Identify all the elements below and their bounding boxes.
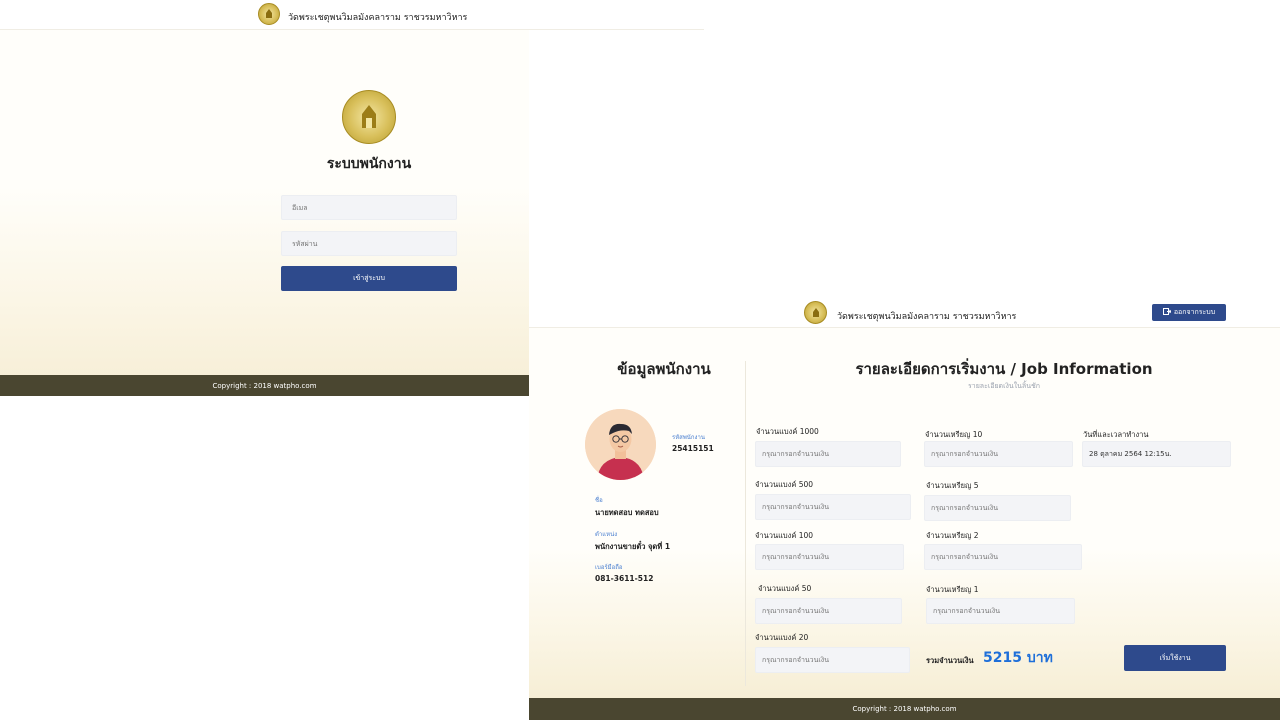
site-name: วัดพระเชตุพนวิมลมังคลาราม ราชวรมหาวิหาร [837, 312, 1017, 322]
employee-phone-label: เบอร์มือถือ [595, 564, 623, 571]
coin-5-input[interactable] [924, 495, 1071, 521]
login-logo [342, 90, 396, 144]
employee-position-value: พนักงานขายตั๋ว จุดที่ 1 [595, 542, 671, 551]
banknote-100-label: จำนวนแบงค์ 100 [755, 531, 814, 540]
copyright-text: Copyright : 2018 watpho.com [852, 705, 957, 713]
employee-heading: ข้อมูลพนักงาน [617, 360, 711, 378]
login-button[interactable]: เข้าสู่ระบบ [281, 266, 457, 291]
banknote-50-input[interactable] [755, 598, 902, 624]
coin-10-input[interactable] [924, 441, 1073, 467]
coin-5-label: จำนวนเหรียญ 5 [926, 481, 979, 490]
dashboard-panel: วัดพระเชตุพนวิมลมังคลาราม ราชวรมหาวิหาร … [529, 299, 1280, 720]
coin-2-label: จำนวนเหรียญ 2 [926, 531, 979, 540]
job-subtitle: รายละเอียดเงินในลิ้นชัก [968, 382, 1040, 390]
temple-background [529, 548, 1280, 698]
banknote-1000-label: จำนวนแบงค์ 1000 [756, 427, 819, 436]
coin-1-input[interactable] [926, 598, 1075, 624]
banknote-20-input[interactable] [755, 647, 910, 673]
login-header: วัดพระเชตุพนวิมลมังคลาราม ราชวรมหาวิหาร [0, 0, 704, 30]
employee-id-label: รหัสพนักงาน [672, 434, 705, 441]
employee-name-value: นายทดสอบ ทดสอบ [595, 508, 659, 517]
banknote-100-input[interactable] [755, 544, 904, 570]
temple-logo [258, 3, 280, 25]
job-title: รายละเอียดการเริ่มงาน / Job Information [855, 360, 1153, 378]
dashboard-footer: Copyright : 2018 watpho.com [529, 698, 1280, 720]
banknote-50-label: จำนวนแบงค์ 50 [758, 584, 812, 593]
banknote-500-input[interactable] [755, 494, 911, 520]
start-work-button[interactable]: เริ่มใช้งาน [1124, 645, 1226, 671]
employee-id-value: 25415151 [672, 444, 714, 453]
datetime-label: วันที่และเวลาทำงาน [1083, 430, 1149, 439]
banknote-20-label: จำนวนแบงค์ 20 [755, 633, 809, 642]
employee-avatar [585, 409, 656, 480]
banknote-500-label: จำนวนแบงค์ 500 [755, 480, 814, 489]
login-footer: Copyright : 2018 watpho.com [0, 375, 529, 396]
datetime-field[interactable] [1082, 441, 1231, 467]
password-field[interactable] [281, 231, 457, 256]
coin-1-label: จำนวนเหรียญ 1 [926, 585, 979, 594]
copyright-text: Copyright : 2018 watpho.com [212, 381, 317, 390]
total-value: 5215 บาท [983, 650, 1053, 666]
logout-icon [1162, 308, 1172, 317]
column-divider [745, 361, 746, 686]
login-title: ระบบพนักงาน [326, 156, 412, 172]
coin-10-label: จำนวนเหรียญ 10 [925, 430, 983, 439]
employee-phone-value: 081-3611-512 [595, 574, 654, 583]
temple-logo [804, 301, 827, 324]
total-label: รวมจำนวนเงิน [926, 656, 974, 665]
employee-position-label: ตำแหน่ง [595, 531, 618, 538]
logout-button[interactable]: ออกจากระบบ [1152, 304, 1226, 321]
logout-label: ออกจากระบบ [1173, 308, 1216, 316]
coin-2-input[interactable] [924, 544, 1082, 570]
dashboard-header: วัดพระเชตุพนวิมลมังคลาราม ราชวรมหาวิหาร … [529, 299, 1280, 328]
email-field[interactable] [281, 195, 457, 220]
banknote-1000-input[interactable] [755, 441, 901, 467]
employee-name-label: ชื่อ [595, 497, 603, 504]
site-name: วัดพระเชตุพนวิมลมังคลาราม ราชวรมหาวิหาร [288, 13, 468, 23]
